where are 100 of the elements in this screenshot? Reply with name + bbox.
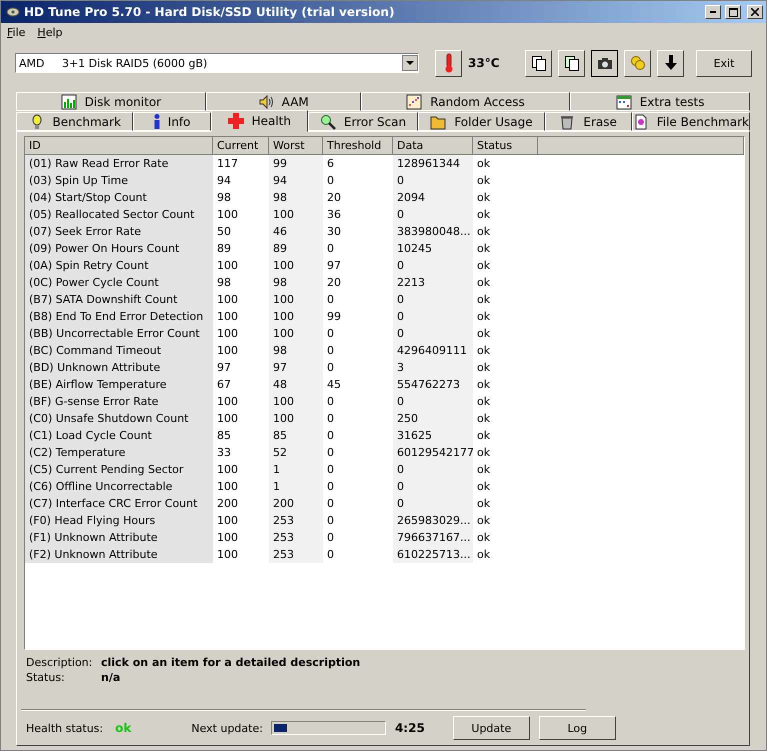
table-cell: 0 [393,206,473,223]
table-cell: (C1) Load Cycle Count [25,427,213,444]
tab[interactable]: Health [210,110,308,132]
table-cell: 0 [393,393,473,410]
table-cell: 0 [393,461,473,478]
tab[interactable]: File Benchmark [632,112,750,131]
table-cell: 85 [269,427,323,444]
table-cell: 383980048... [393,223,473,240]
table-cell: (B8) End To End Error Detection [25,308,213,325]
cross-icon [228,113,244,129]
countdown-time: 4:25 [394,721,425,736]
scatter-icon [406,94,422,110]
copy-icon [564,55,580,71]
table-cell: 100 [269,308,323,325]
options-button[interactable] [624,50,651,76]
copy-button[interactable] [525,50,552,76]
speaker-icon [258,94,274,110]
table-cell: 796637167... [393,529,473,546]
table-cell: 100 [269,206,323,223]
drive-select[interactable]: AMD 3+1 Disk RAID5 (6000 gB) [15,53,419,73]
table-cell: 253 [269,529,323,546]
table-cell: 98 [269,274,323,291]
exit-button[interactable]: Exit [696,50,752,76]
menu-item[interactable]: Help [37,26,63,38]
thermometer-icon [444,53,454,73]
detail-value: click on an item for a detailed description [101,656,362,670]
table-cell: (07) Seek Error Rate [25,223,213,240]
table-cell: (B7) SATA Downshift Count [25,291,213,308]
table-cell: 100 [269,257,323,274]
table-cell: 1 [269,478,323,495]
coins-icon [630,55,646,71]
tab[interactable]: AAM [206,92,361,111]
table-cell: (BD) Unknown Attribute [25,359,213,376]
table-cell: 100 [269,393,323,410]
table-cell: (BF) G-sense Error Rate [25,393,213,410]
table-cell: (F2) Unknown Attribute [25,546,213,563]
copy-icon [530,55,546,71]
update-button[interactable]: Update [452,716,530,740]
tab[interactable]: Extra tests [570,92,750,111]
tab[interactable]: Benchmark [16,112,134,131]
maximize-button[interactable] [725,5,741,19]
table-cell: 98 [269,189,323,206]
table-cell: 253 [269,546,323,563]
table-cell: 52 [269,444,323,461]
table-cell: 128961344 [393,155,473,172]
close-icon [751,8,759,16]
table-cell: 99 [269,155,323,172]
temperature-button[interactable] [435,50,462,76]
log-button[interactable]: Log [538,716,616,740]
temperature-reading: 33°C [468,56,500,70]
column-header[interactable]: Worst [269,137,323,155]
next-update-label: Next update: [191,722,263,735]
column-header[interactable]: Current [213,137,269,155]
table-cell: 46 [269,223,323,240]
down-arrow-icon [664,55,678,71]
column-header[interactable]: Threshold [323,137,393,155]
tab[interactable]: Random Access [360,92,570,111]
minimize-button[interactable] [705,5,721,19]
table-cell: 0 [393,478,473,495]
table-cell: (04) Start/Stop Count [25,189,213,206]
table-cell: (09) Power On Hours Count [25,240,213,257]
copy-all-button[interactable] [558,50,585,76]
table-cell: (C7) Interface CRC Error Count [25,495,213,512]
calendar-icon [616,94,632,110]
table-cell: 4296409111 [393,342,473,359]
tab[interactable]: Folder Usage [418,112,545,131]
table-cell: (01) Raw Read Error Rate [25,155,213,172]
table-cell: 0 [393,291,473,308]
table-cell: (C2) Temperature [25,444,213,461]
table-cell: 0 [393,308,473,325]
table-cell: 265983029... [393,512,473,529]
tab[interactable]: Info [133,112,211,131]
column-header[interactable]: Data [393,137,473,155]
column-header[interactable]: Status [473,137,538,155]
save-button[interactable] [657,50,684,76]
tab[interactable]: Error Scan [308,112,418,131]
disk-icon [6,5,20,19]
table-cell: 253 [269,512,323,529]
table-cell: 2094 [393,189,473,206]
bar-chart-icon [60,94,77,110]
column-header[interactable]: ID [25,137,213,155]
table-cell: 1 [269,461,323,478]
table-cell: (03) Spin Up Time [25,172,213,189]
table-cell: 100 [269,410,323,427]
table-cell: 200 [269,495,323,512]
table-cell: 100 [269,325,323,342]
trash-icon [559,114,576,130]
table-cell: (BB) Uncorrectable Error Count [25,325,213,342]
table-cell: 31625 [393,427,473,444]
close-button[interactable] [747,5,763,19]
tab[interactable]: Disk monitor [16,92,206,111]
menu-item[interactable]: File [7,26,26,38]
health-status-label: Health status: [26,722,104,735]
table-cell: 0 [393,325,473,342]
table-cell: 0 [393,257,473,274]
magnifier-icon [320,114,336,130]
tab[interactable]: Erase [544,112,632,131]
screenshot-button[interactable] [591,50,618,76]
table-cell: 0 [393,172,473,189]
detail-label: Status: [26,671,66,684]
